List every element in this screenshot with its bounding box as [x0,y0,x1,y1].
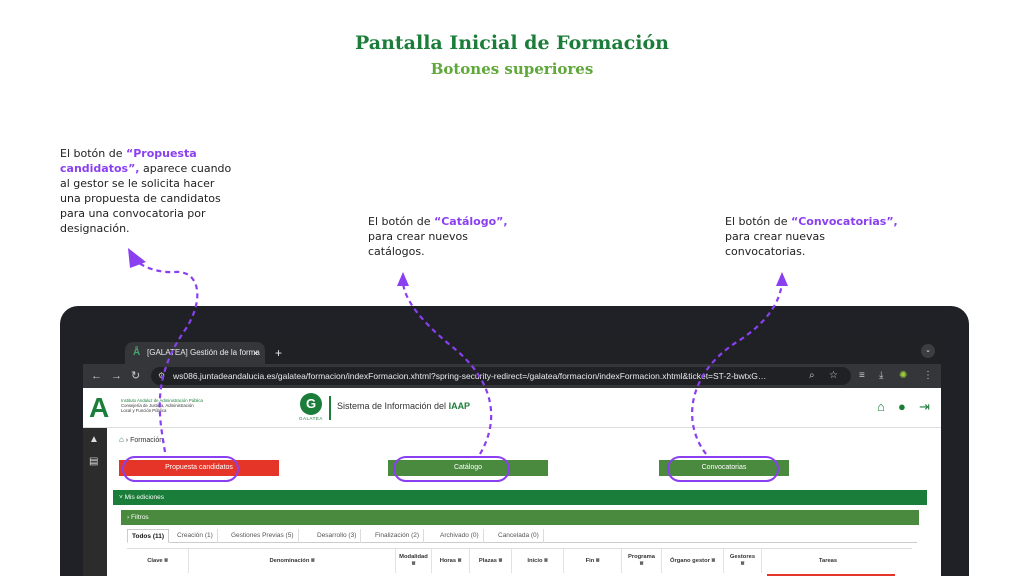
url-field[interactable]: ⚙ ws086.juntadeandalucia.es/galatea/form… [151,367,851,385]
app-header: A Instituto Andaluz de Administración Pú… [83,388,941,428]
column-header-denominacion[interactable]: Denominación ⩸ [189,549,396,573]
mis-ediciones-label: Mis ediciones [124,494,164,501]
note-propuesta: El botón de “Propuesta candidatos”, apar… [60,146,235,236]
home-icon[interactable]: ⌂ [877,399,885,415]
slide-title: Pantalla Inicial de Formación [354,32,669,54]
arrowhead-catalogo [397,272,409,286]
browser-addressbar: ← → ↻ ⚙ ws086.juntadeandalucia.es/galate… [83,364,941,388]
tab-archivado[interactable]: Archivado (0) [436,529,484,543]
highlight-catalogo [393,456,510,482]
column-header-tareas: Tareas [762,549,894,573]
column-label: Modalidad [399,554,428,560]
system-title-bold: IAAP [448,401,471,411]
browser-tab[interactable]: Å [GALATEA] Gestión de la forma [125,342,265,364]
galatea-tab-icon: Å [133,347,141,358]
url-text: ws086.juntadeandalucia.es/galatea/formac… [173,371,767,381]
download-icon[interactable]: ⤓ [879,364,883,388]
column-label: Tareas [818,557,838,564]
column-header-organo-gestor[interactable]: Órgano gestor ⩸ [662,549,724,573]
column-header-horas[interactable]: Horas ⩸ [432,549,470,573]
slide-subtitle: Botones superiores [430,60,594,78]
note-propuesta-pre: El botón de [60,147,126,160]
tab-creacion[interactable]: Creación (1) [173,529,218,543]
browser-menu-icon[interactable]: ⋮ [923,364,933,388]
forward-icon[interactable]: → [111,364,122,388]
column-header-modalidad[interactable]: Modalidad ⩸ [396,549,432,573]
highlight-convocatorias [667,456,779,482]
column-header-plazas[interactable]: Plazas ⩸ [470,549,512,573]
arrowhead-propuesta [128,248,146,268]
system-title: Sistema de Información del IAAP [337,401,470,411]
column-label: Clave [147,557,163,564]
book-icon[interactable]: ▤ [89,456,98,467]
reload-icon[interactable]: ↻ [131,364,140,388]
browser-tabbar: Å [GALATEA] Gestión de la forma × + ⌄ [83,338,941,364]
arrowhead-convocatorias [776,272,788,286]
org-sub2: Local y Función Pública [121,408,167,413]
user-icon[interactable]: ● [898,399,906,415]
extension-icon[interactable]: ✺ [899,364,907,388]
column-label: Órgano gestor [669,557,710,564]
tab-todos[interactable]: Todos (11) [127,529,170,543]
column-header-gestores[interactable]: Gestores ⩸ [724,549,762,573]
site-settings-icon[interactable]: ⚙ [158,367,165,385]
note-catalogo: El botón de “Catálogo”, para crear nuevo… [368,214,518,259]
status-tabs: Todos (11) Creación (1) Gestiones Previa… [127,529,917,543]
media-control-icon[interactable]: ≡ [859,364,865,388]
logout-icon[interactable]: ⇥ [919,399,930,415]
note-convocatorias-pre: El botón de [725,215,791,228]
tab-gestiones-previas[interactable]: Gestiones Previas (5) [227,529,299,543]
galatea-logo: G [300,393,322,415]
junta-logo: A [89,392,110,423]
tab-search-icon[interactable]: ⌄ [921,344,935,358]
column-label: Fin [585,557,595,564]
mis-ediciones-header[interactable]: ˅ Mis ediciones [113,490,927,505]
filtros-label: Filtros [130,514,149,521]
zoom-icon[interactable]: ⌕ [809,364,815,388]
note-convocatorias-highlight: “Convocatorias”, [790,215,898,228]
galatea-label: GALATEA [299,416,323,421]
close-tab-icon[interactable]: × [253,342,258,364]
note-convocatorias: El botón de “Convocatorias”, para crear … [725,214,900,259]
breadcrumb-home-icon[interactable]: ⌂ [119,435,124,444]
table-header: Clave ⩸ Denominación ⩸ Modalidad ⩸ Horas … [127,548,912,573]
browser-tab-title: [GALATEA] Gestión de la forma [147,348,260,357]
column-label: Programa [627,554,656,560]
note-convocatorias-post: para crear nuevas convocatorias. [725,230,826,258]
org-logo-text: Instituto Andaluz de Administración Públ… [121,398,231,413]
new-tab-button[interactable]: + [275,342,282,364]
back-icon[interactable]: ← [91,364,102,388]
bookmark-star-icon[interactable]: ☆ [829,364,838,388]
column-label: Inicio [527,557,543,564]
column-label: Plazas [478,557,497,564]
column-header-fin[interactable]: Fin ⩸ [564,549,622,573]
note-catalogo-highlight: “Catálogo”, [433,215,508,228]
column-header-programa[interactable]: Programa ⩸ [622,549,662,573]
tab-cancelada[interactable]: Cancelada (0) [494,529,544,543]
column-label: Horas [439,557,457,564]
column-header-clave[interactable]: Clave ⩸ [127,549,189,573]
column-label: Denominación [269,557,310,564]
note-catalogo-post: para crear nuevos catálogos. [368,230,469,258]
column-label: Gestores [729,554,756,560]
highlight-propuesta [122,456,239,482]
filtros-header[interactable]: › Filtros [121,510,919,525]
tab-desarrollo[interactable]: Desarrollo (3) [313,529,362,543]
graduation-icon[interactable]: ▲ [89,434,99,445]
breadcrumb-current[interactable]: Formación [130,437,163,444]
left-sidebar: ▲ ▤ [83,428,107,576]
column-header-inicio[interactable]: Inicio ⩸ [512,549,564,573]
breadcrumb: ⌂ › Formación [119,435,164,444]
header-divider [329,396,331,420]
system-title-text: Sistema de Información del [337,401,449,411]
note-catalogo-pre: El botón de [368,215,434,228]
tab-finalizacion[interactable]: Finalización (2) [371,529,425,543]
